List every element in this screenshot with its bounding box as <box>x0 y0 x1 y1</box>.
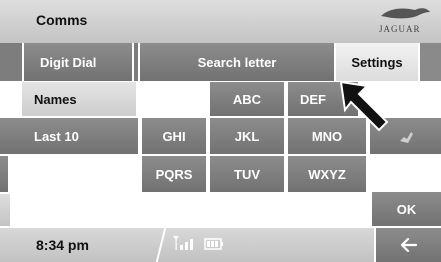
brand-logo: JAGUAR <box>375 4 435 40</box>
tab-settings[interactable]: Settings <box>334 43 418 81</box>
key-pqrs[interactable]: PQRS <box>140 156 208 192</box>
phone-icon <box>399 132 413 143</box>
brand-wordmark: JAGUAR <box>379 24 421 34</box>
back-arrow-icon <box>400 238 417 252</box>
page-title: Comms <box>36 12 88 28</box>
sidebar-item-last10[interactable]: Last 10 <box>0 118 138 154</box>
key-jkl[interactable]: JKL <box>210 118 286 154</box>
tab-search-letter-label: Search letter <box>197 54 277 70</box>
left-edge-strip-3 <box>0 156 10 192</box>
tab-digit-dial[interactable]: Digit Dial <box>22 43 134 81</box>
key-abc-label: ABC <box>232 91 262 107</box>
tab-search-letter[interactable]: Search letter <box>138 43 334 81</box>
key-pqrs-label: PQRS <box>155 166 193 182</box>
key-ghi[interactable]: GHI <box>140 118 208 154</box>
ok-button-label: OK <box>396 201 417 217</box>
header-bar: Comms JAGUAR <box>0 0 441 43</box>
signal-strength-icon <box>173 236 193 250</box>
back-button[interactable] <box>374 228 441 262</box>
key-abc[interactable]: ABC <box>210 82 286 116</box>
key-ghi-label: GHI <box>162 128 186 144</box>
jaguar-leaper-icon <box>381 8 430 19</box>
tab-settings-label: Settings <box>351 54 403 70</box>
sidebar-item-last10-label: Last 10 <box>34 128 79 144</box>
key-tuv[interactable]: TUV <box>210 156 286 192</box>
battery-icon <box>204 238 223 250</box>
pointer-arrow-icon <box>339 80 389 132</box>
key-def-label: DEF <box>300 91 326 107</box>
key-tuv-label: TUV <box>234 166 260 182</box>
sidebar-item-names[interactable]: Names <box>22 82 136 116</box>
status-time: 8:34 pm <box>36 237 89 253</box>
left-edge-strip-4 <box>0 194 10 226</box>
tab-digit-dial-label: Digit Dial <box>40 54 97 70</box>
key-jkl-label: JKL <box>234 128 260 144</box>
comms-screen: Comms JAGUAR Digit Dial Search letter Se… <box>0 0 441 262</box>
ok-button[interactable]: OK <box>372 192 441 226</box>
key-wxyz-label: WXYZ <box>308 166 346 182</box>
status-icons <box>172 234 242 254</box>
sidebar-item-names-label: Names <box>34 91 77 107</box>
tab-row-end <box>418 43 441 81</box>
key-wxyz[interactable]: WXYZ <box>288 156 368 192</box>
